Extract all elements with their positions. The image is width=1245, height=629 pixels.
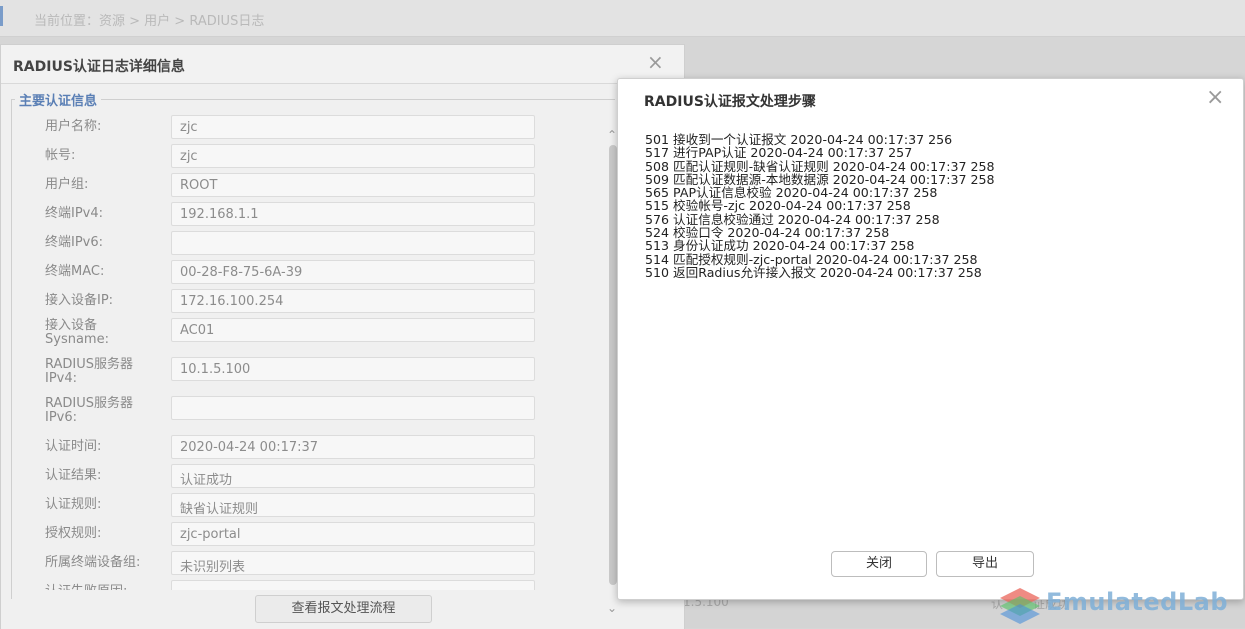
field-label: 授权规则: xyxy=(45,526,102,541)
close-button[interactable]: 关闭 xyxy=(831,551,927,577)
step-line: 510 返回Radius允许接入报文 2020-04-24 00:17:37 2… xyxy=(645,264,982,280)
chevron-down-icon[interactable]: ⌄ xyxy=(607,601,617,615)
step-line: 524 校验口令 2020-04-24 00:17:37 258 xyxy=(645,225,890,241)
processing-steps-modal: RADIUS认证报文处理步骤 × 501 接收到一个认证报文 2020-04-2… xyxy=(617,78,1244,600)
step-line: 513 身份认证成功 2020-04-24 00:17:37 258 xyxy=(645,238,915,254)
field-value[interactable]: 10.1.5.100 xyxy=(171,357,535,381)
field-value[interactable]: 172.16.100.254 xyxy=(171,289,535,313)
field-label: 认证规则: xyxy=(45,497,102,512)
field-value[interactable] xyxy=(171,396,535,420)
export-button[interactable]: 导出 xyxy=(936,551,1034,577)
modal-title: RADIUS认证报文处理步骤 xyxy=(644,94,816,110)
close-icon[interactable]: × xyxy=(1206,85,1224,110)
step-line: 501 接收到一个认证报文 2020-04-24 00:17:37 256 xyxy=(645,132,953,147)
breadcrumb: 当前位置：资源 > 用户 > RADIUS日志 xyxy=(0,0,1245,37)
layers-logo-icon xyxy=(1000,588,1040,624)
field-value[interactable]: 2020-04-24 00:17:37 xyxy=(171,435,535,459)
step-line: 515 校验帐号-zjc 2020-04-24 00:17:37 258 xyxy=(645,198,911,214)
field-value[interactable] xyxy=(171,231,535,255)
dialog-header: RADIUS认证日志详细信息 × xyxy=(1,45,684,84)
field-value[interactable]: 认证成功 xyxy=(171,464,535,488)
field-label: 认证失败原因: xyxy=(45,585,155,591)
steps-list: 501 接收到一个认证报文 2020-04-24 00:17:37 256 517… xyxy=(645,132,995,280)
field-value[interactable]: ROOT xyxy=(171,173,535,197)
field-label: 用户名称: xyxy=(45,119,102,134)
view-flow-button[interactable]: 查看报文处理流程 xyxy=(255,595,432,623)
chevron-up-icon[interactable]: ⌃ xyxy=(607,128,617,142)
field-value[interactable]: 00-28-F8-75-6A-39 xyxy=(171,260,535,284)
field-label: 认证结果: xyxy=(45,468,102,483)
field-label: 终端IPv6: xyxy=(45,235,104,250)
field-value[interactable]: 未识别列表 xyxy=(171,551,535,575)
field-label: 所属终端设备组: xyxy=(45,555,141,570)
field-label: 帐号: xyxy=(45,148,76,163)
breadcrumb-accent xyxy=(0,6,3,26)
step-line: 509 匹配认证数据源-本地数据源 2020-04-24 00:17:37 25… xyxy=(645,171,995,187)
fieldset-border-left xyxy=(11,99,12,599)
field-value[interactable]: zjc xyxy=(171,144,535,168)
field-value[interactable]: zjc-portal xyxy=(171,522,535,546)
field-value[interactable]: 192.168.1.1 xyxy=(171,202,535,226)
field-value[interactable] xyxy=(171,580,535,590)
breadcrumb-text: 当前位置：资源 > 用户 > RADIUS日志 xyxy=(34,14,265,29)
step-line: 508 匹配认证规则-缺省认证规则 2020-04-24 00:17:37 25… xyxy=(645,158,995,174)
step-line: 565 PAP认证信息校验 2020-04-24 00:17:37 258 xyxy=(645,185,938,201)
fieldset-legend: 主要认证信息 xyxy=(15,90,102,109)
field-label: RADIUS服务器 IPv6: xyxy=(45,396,134,425)
step-line: 514 匹配授权规则-zjc-portal 2020-04-24 00:17:3… xyxy=(645,251,978,267)
field-label: 接入设备 Sysname: xyxy=(45,318,109,347)
auth-log-detail-dialog: RADIUS认证日志详细信息 × 主要认证信息 用户名称: zjc 帐号: zjc 用户… xyxy=(0,44,685,629)
field-label: 接入设备IP: xyxy=(45,293,114,308)
field-row: 认证失败原因: xyxy=(1,580,561,590)
field-value[interactable]: zjc xyxy=(171,115,535,139)
scrollbar-thumb[interactable] xyxy=(609,145,617,585)
watermark-text: EmulatedLab xyxy=(1046,588,1229,616)
field-label: RADIUS服务器 IPv4: xyxy=(45,357,134,386)
field-value[interactable]: AC01 xyxy=(171,318,535,342)
dialog-title: RADIUS认证日志详细信息 xyxy=(13,59,185,75)
field-label: 认证时间: xyxy=(45,439,102,454)
field-label: 终端IPv4: xyxy=(45,206,104,221)
fieldset-border xyxy=(11,99,615,100)
watermark: EmulatedLab xyxy=(998,582,1243,628)
close-icon[interactable]: × xyxy=(647,52,664,72)
field-label: 用户组: xyxy=(45,177,89,192)
field-value[interactable]: 缺省认证规则 xyxy=(171,493,535,517)
step-line: 576 认证信息校验通过 2020-04-24 00:17:37 258 xyxy=(645,211,940,227)
field-label: 终端MAC: xyxy=(45,264,105,279)
step-line: 517 进行PAP认证 2020-04-24 00:17:37 257 xyxy=(645,145,913,161)
